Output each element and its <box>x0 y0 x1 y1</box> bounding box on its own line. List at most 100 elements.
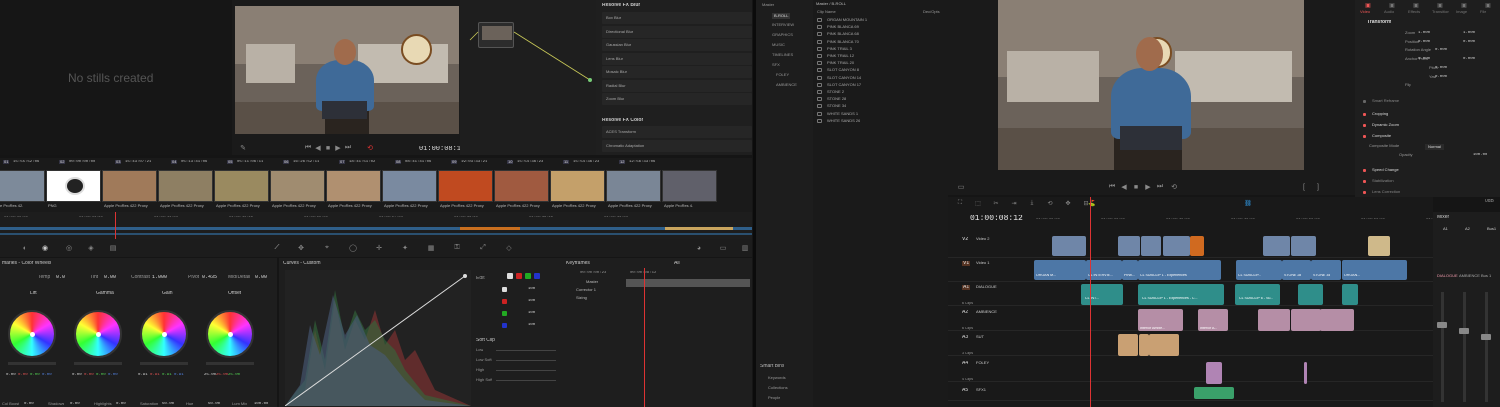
play-icon[interactable]: ▶ <box>334 145 342 152</box>
clip-row[interactable]: PINK BLANCA 69 <box>815 24 945 31</box>
mini-timeline[interactable]: 01:00:00:00 01:00:04:20 01:00:11:04 01:00:1… <box>0 212 752 239</box>
curves-icon[interactable]: ⟋ <box>272 243 282 253</box>
inspector-tab-icon[interactable]: ▣ <box>1362 2 1374 9</box>
channel-value[interactable]: 100 <box>528 323 535 327</box>
tracker-icon[interactable]: ✛ <box>374 243 384 253</box>
fx-blur-item[interactable]: Radial Blur <box>602 79 752 92</box>
a2-clip[interactable] <box>1320 309 1354 331</box>
fx-blur-item[interactable]: Gaussian Blur <box>602 39 752 51</box>
bottom-param-value[interactable]: 100.00 <box>254 402 268 406</box>
bin-item[interactable]: AMBIENCE <box>776 83 797 87</box>
clip-row[interactable]: WHITE SANDS 1 <box>815 111 945 118</box>
timeline-tool-icon[interactable]: ⤓ <box>1028 199 1036 207</box>
mixer-fader[interactable] <box>1481 334 1491 340</box>
inspector-value[interactable]: 1.000 <box>1463 31 1475 35</box>
a3-clip[interactable] <box>1118 334 1138 356</box>
bin-item[interactable]: SFX <box>772 63 780 67</box>
channel-value[interactable]: 100 <box>528 287 535 291</box>
col-clip-name[interactable]: Clip Name <box>817 10 836 14</box>
a1-clip[interactable]: CL INT... <box>1081 284 1123 305</box>
a2-clip[interactable] <box>1258 309 1290 331</box>
wheel-slider[interactable] <box>140 362 188 365</box>
inspector-tab-icon[interactable]: ▣ <box>1386 2 1398 9</box>
wheel-value[interactable]: 0.91 <box>138 373 148 377</box>
bin-item[interactable]: FOLEY <box>776 73 789 77</box>
key-icon[interactable]: ⚿ <box>452 243 462 253</box>
qualifier-icon[interactable]: ⌖ <box>322 243 332 253</box>
clip-thumbnail[interactable] <box>438 170 493 202</box>
inspector-value[interactable]: 1.000 <box>1418 31 1430 35</box>
clip-thumbnail[interactable] <box>382 170 437 202</box>
bottom-param-value[interactable]: 0.00 <box>70 402 80 406</box>
smart-bin-item[interactable]: Collections <box>768 386 788 390</box>
offset-wheel[interactable] <box>206 310 254 358</box>
inspector-tab[interactable]: Image <box>1456 10 1467 14</box>
keyframes-toggle-icon[interactable]: ▥ <box>740 243 750 253</box>
wheel-value[interactable]: 0.00 <box>42 373 52 377</box>
mixer-fader[interactable] <box>1437 322 1447 328</box>
edit-g-button[interactable] <box>525 273 531 279</box>
pivot-value[interactable]: 0.435 <box>202 275 217 280</box>
col-ext[interactable]: Dec/Opts <box>923 10 940 14</box>
soft-clip-slider[interactable] <box>496 370 556 371</box>
inspector-value[interactable]: 0.000 <box>1418 57 1430 61</box>
opacity-value[interactable]: 100.00 <box>1473 153 1487 157</box>
rewind-icon[interactable]: ◀ <box>314 145 322 152</box>
clip-thumbnail[interactable] <box>214 170 269 202</box>
linked-selection-icon[interactable]: ⛓ <box>1244 199 1252 207</box>
inspector-value[interactable]: 0.000 <box>1435 48 1447 52</box>
v2-clip[interactable] <box>1368 236 1390 256</box>
a1-clip[interactable]: CL SUBCLIP 6 - Su... <box>1235 284 1280 305</box>
rt-stop-icon[interactable]: ■ <box>1132 183 1140 191</box>
magic-mask-icon[interactable]: ✦ <box>400 243 410 253</box>
bin-item[interactable]: Master <box>762 3 774 7</box>
wheel-value[interactable]: 0.00 <box>84 373 94 377</box>
inspector-section[interactable]: Smart Reframe <box>1372 99 1399 103</box>
a4-clip[interactable] <box>1304 362 1307 384</box>
timeline-tool-icon[interactable]: ✂ <box>992 199 1000 207</box>
edit-b-button[interactable] <box>534 273 540 279</box>
rt-go-start-icon[interactable]: ⏮ <box>1108 183 1116 191</box>
gamma-wheel[interactable] <box>74 310 122 358</box>
camera-raw-icon[interactable]: ◐ <box>20 243 30 253</box>
mark-out-icon[interactable]: ] <box>1314 183 1322 191</box>
go-start-icon[interactable]: ⏮ <box>304 144 312 151</box>
clip-row[interactable]: PINK BLANCA 70 <box>815 39 945 46</box>
clip-row[interactable]: PINK TRAIL 3 <box>815 46 945 53</box>
go-end-icon[interactable]: ⏭ <box>344 144 352 151</box>
bottom-param-value[interactable]: 50.00 <box>208 402 220 406</box>
v2-clip[interactable] <box>1141 236 1161 256</box>
gain-wheel[interactable] <box>140 310 188 358</box>
wheel-value[interactable]: 25.00 <box>204 373 216 377</box>
a2-clip[interactable] <box>1291 309 1321 331</box>
fx-blur-item[interactable]: Mosaic Blur <box>602 66 752 78</box>
clip-thumbnail[interactable] <box>494 170 549 202</box>
a1-clip[interactable] <box>1298 284 1323 305</box>
v2-clip[interactable] <box>1163 236 1190 256</box>
soft-clip-slider[interactable] <box>496 380 556 381</box>
viewer-right[interactable]: ▭ ⏮ ◀ ■ ▶ ⏭ ⟲ [ ] <box>948 0 1355 195</box>
edit-y-button[interactable] <box>507 273 513 279</box>
channel-value[interactable]: 100 <box>528 311 535 315</box>
bin-item[interactable]: INTERVIEW <box>772 23 794 27</box>
clip-row[interactable]: PINK BLANCA 68 <box>815 31 945 38</box>
viewer-left-frame[interactable] <box>235 6 459 134</box>
contrast-value[interactable]: 1.000 <box>152 275 167 280</box>
color-wheels-icon[interactable]: ◉ <box>40 243 50 253</box>
wheel-value[interactable]: 0.91 <box>162 373 172 377</box>
inspector-tab-icon[interactable]: ▣ <box>1410 2 1422 9</box>
clip-row[interactable]: SLOT CANYON 17 <box>815 82 945 89</box>
inspector-value[interactable]: 0.000 <box>1418 40 1430 44</box>
rt-play-icon[interactable]: ▶ <box>1144 183 1152 191</box>
soft-clip-slider[interactable] <box>496 350 556 351</box>
inspector-value[interactable]: 0.000 <box>1435 66 1447 70</box>
timeline-tool-icon[interactable]: ⟲ <box>1046 199 1054 207</box>
channel-value[interactable]: 100 <box>528 299 535 303</box>
fx-blur-item[interactable]: Box Blur <box>602 12 752 24</box>
mark-in-icon[interactable]: [ <box>1300 183 1308 191</box>
a5-clip[interactable] <box>1194 387 1234 399</box>
bottom-param-value[interactable]: 0.00 <box>116 402 126 406</box>
wheel-slider[interactable] <box>8 362 56 365</box>
scopes-icon[interactable]: ◕ <box>694 243 704 253</box>
wheel-value[interactable]: 0.91 <box>174 373 184 377</box>
